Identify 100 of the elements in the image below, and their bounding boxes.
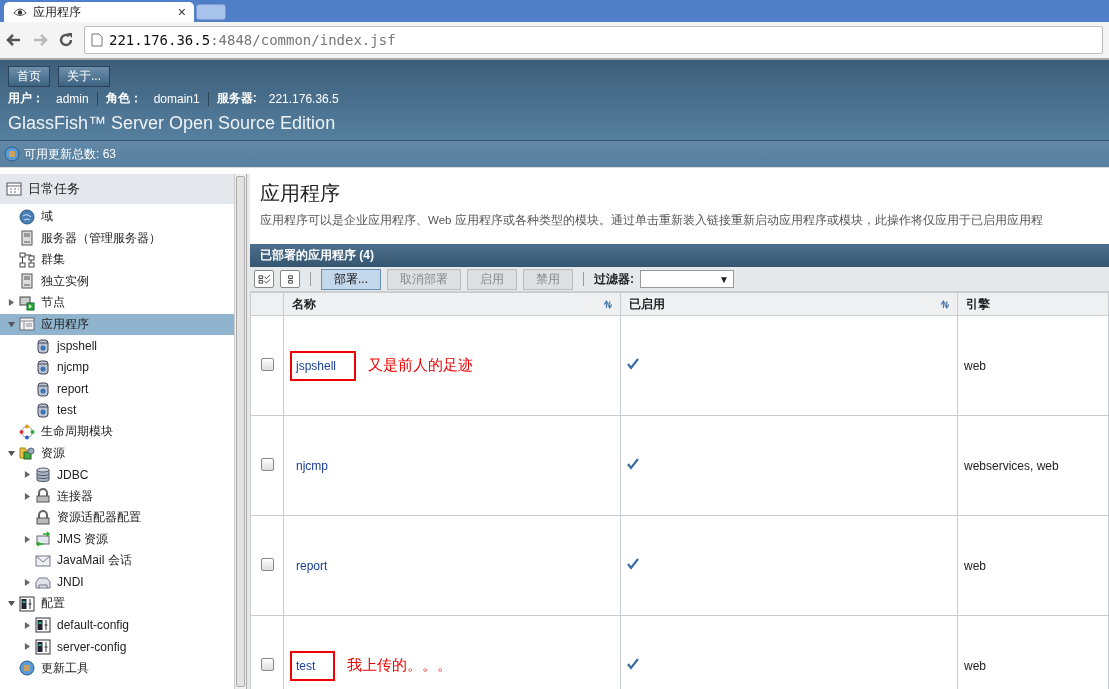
server-icon: [19, 273, 35, 290]
row-checkbox[interactable]: [260, 357, 274, 371]
tree-item[interactable]: JavaMail 会话: [0, 550, 234, 572]
node-icon: [19, 294, 35, 311]
tree-item[interactable]: jspshell: [0, 335, 234, 357]
update-icon: [19, 660, 35, 677]
close-tab-button[interactable]: ×: [177, 4, 186, 20]
tree-item[interactable]: server-config: [0, 636, 234, 658]
info-label: 角色：: [105, 90, 142, 107]
column-header[interactable]: 已启用: [620, 292, 958, 316]
app-link[interactable]: report: [296, 558, 328, 573]
browser-tab[interactable]: 应用程序 ×: [4, 2, 194, 22]
window-icon: [19, 316, 35, 333]
tree-item[interactable]: 配置: [0, 593, 234, 615]
checklist-icon: [257, 273, 271, 285]
server-icon: [19, 230, 35, 247]
filter-dropdown[interactable]: ▼: [640, 270, 734, 288]
app-link[interactable]: test: [296, 658, 316, 673]
page-title: 应用程序: [260, 181, 341, 206]
expand-arrow-icon[interactable]: [7, 299, 15, 307]
tree-item[interactable]: test: [0, 399, 234, 421]
tab-title: 应用程序: [33, 3, 82, 21]
column-header[interactable]: 名称: [283, 292, 621, 316]
tree-item[interactable]: JDBC: [0, 464, 234, 486]
table-title: 已部署的应用程序 (4): [250, 244, 1109, 267]
tree-item[interactable]: 生命周期模块: [0, 421, 234, 443]
jar-icon: [35, 380, 51, 397]
table-cell: web: [964, 658, 986, 673]
tree-item[interactable]: 独立实例: [0, 270, 234, 292]
collapse-arrow-icon[interactable]: [7, 320, 15, 328]
tree-item[interactable]: 更新工具: [0, 657, 234, 679]
tree-item[interactable]: 应用程序: [0, 313, 234, 335]
column-header[interactable]: 引擎: [957, 292, 1109, 316]
config-icon: [35, 638, 51, 655]
config-icon: [19, 595, 35, 612]
task-list-icon: [6, 181, 22, 197]
annotation-note: 又是前人的足迹: [368, 356, 474, 375]
url-text: 221.176.36.5:4848/common/index.jsf: [109, 32, 396, 48]
table-cell: webservices, web: [964, 458, 1059, 473]
expand-arrow-icon[interactable]: [23, 621, 31, 629]
info-value: 221.176.36.5: [268, 91, 339, 106]
envelope-icon: [35, 552, 51, 569]
database-icon: [35, 466, 51, 483]
app-link[interactable]: njcmp: [296, 458, 328, 473]
tree-item[interactable]: 资源适配器配置: [0, 507, 234, 529]
tree-item[interactable]: JMS 资源: [0, 528, 234, 550]
row-checkbox[interactable]: [260, 657, 274, 671]
expand-arrow-icon[interactable]: [23, 492, 31, 500]
jar-icon: [35, 337, 51, 354]
page-description: 应用程序可以是企业应用程序、Web 应用程序或各种类型的模块。通过单击重新装入链接重新启动应用程序或模块，此操作将仅应用于已启用应用程: [260, 213, 1044, 228]
page-icon: [91, 33, 103, 47]
cluster-icon: [19, 251, 35, 268]
tree-item[interactable]: 服务器（管理服务器）: [0, 227, 234, 249]
info-value: domain1: [153, 91, 200, 106]
updates-link[interactable]: 可用更新总数: 63: [24, 145, 116, 163]
header-button[interactable]: 关于...: [58, 66, 110, 87]
tree-item[interactable]: report: [0, 378, 234, 400]
tree-item[interactable]: njcmp: [0, 356, 234, 378]
info-value: admin: [56, 91, 89, 106]
row-checkbox[interactable]: [260, 557, 274, 571]
config-icon: [35, 617, 51, 634]
splitter-handle[interactable]: [247, 174, 250, 689]
jar-icon: [35, 359, 51, 376]
action-button[interactable]: 部署...: [321, 268, 381, 290]
deselect-all-button[interactable]: [280, 270, 300, 288]
tree-item[interactable]: 资源: [0, 442, 234, 464]
update-icon: [4, 146, 20, 162]
globe-icon: [19, 208, 35, 225]
lifecycle-icon: [19, 423, 35, 440]
header-button[interactable]: 首页: [8, 66, 50, 87]
info-label: 服务器:: [216, 90, 257, 107]
sort-icon[interactable]: [603, 299, 612, 309]
tree-item[interactable]: 群集: [0, 249, 234, 271]
collapse-arrow-icon[interactable]: [7, 600, 15, 608]
address-bar[interactable]: 221.176.36.5:4848/common/index.jsf: [84, 26, 1103, 54]
collapse-arrow-icon[interactable]: [7, 449, 15, 457]
back-icon[interactable]: [6, 32, 22, 48]
tree-item[interactable]: default-config: [0, 614, 234, 636]
expand-arrow-icon[interactable]: [23, 535, 31, 543]
filter-label: 过滤器:: [594, 270, 634, 288]
sort-icon[interactable]: [940, 299, 949, 309]
info-label: 用户：: [8, 90, 44, 107]
select-all-button[interactable]: [254, 270, 274, 288]
row-checkbox[interactable]: [260, 457, 274, 471]
sidebar-header: 日常任务: [0, 174, 234, 204]
expand-arrow-icon[interactable]: [23, 471, 31, 479]
envelope-arrows-icon: [35, 531, 51, 548]
tree-item[interactable]: 节点: [0, 292, 234, 314]
table-cell: web: [964, 358, 986, 373]
app-link[interactable]: jspshell: [296, 358, 337, 373]
expand-arrow-icon[interactable]: [23, 578, 31, 586]
resources-icon: [19, 445, 35, 462]
tree-item[interactable]: JNDI: [0, 571, 234, 593]
eye-icon: [12, 5, 28, 19]
reload-icon[interactable]: [58, 32, 74, 48]
tree-item[interactable]: 域: [0, 206, 234, 228]
annotation-note: 我上传的。。。: [347, 656, 453, 675]
tree-item[interactable]: 连接器: [0, 485, 234, 507]
jar-icon: [35, 402, 51, 419]
expand-arrow-icon[interactable]: [23, 643, 31, 651]
